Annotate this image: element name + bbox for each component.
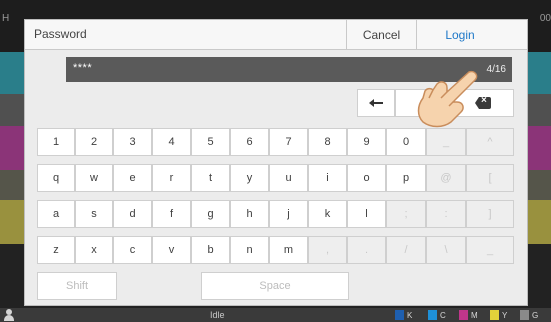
ink-m-swatch <box>459 310 468 320</box>
shift-key[interactable]: Shift <box>37 272 117 300</box>
key-4[interactable]: 4 <box>152 128 191 156</box>
char-count: 4/16 <box>486 64 506 75</box>
key-1[interactable]: 1 <box>37 128 75 156</box>
ink-m-label: M <box>471 310 478 320</box>
login-button[interactable]: Login <box>416 20 503 49</box>
ink-k-swatch <box>395 310 404 320</box>
dialog-header: Password Cancel Login <box>25 20 527 50</box>
status-bar: Idle K C M Y G <box>0 308 551 322</box>
dialog-title: Password <box>34 27 87 41</box>
ink-c-label: C <box>440 310 446 320</box>
ink-c-swatch <box>428 310 437 320</box>
key-underscore-2[interactable]: _ <box>466 236 514 264</box>
key-g[interactable]: g <box>191 200 230 228</box>
key-w[interactable]: w <box>75 164 113 192</box>
ink-level-c: C <box>428 310 446 320</box>
user-icon[interactable] <box>4 309 14 321</box>
key-7[interactable]: 7 <box>269 128 308 156</box>
key-9[interactable]: 9 <box>347 128 386 156</box>
key-5[interactable]: 5 <box>191 128 230 156</box>
ink-k-label: K <box>407 310 413 320</box>
key-d[interactable]: d <box>113 200 152 228</box>
key-c[interactable]: c <box>113 236 152 264</box>
key-at[interactable]: @ <box>426 164 466 192</box>
key-z[interactable]: z <box>37 236 75 264</box>
key-x[interactable]: x <box>75 236 113 264</box>
key-u[interactable]: u <box>269 164 308 192</box>
bg-edge-text-left: H <box>2 13 10 24</box>
key-e[interactable]: e <box>113 164 152 192</box>
key-p[interactable]: p <box>386 164 426 192</box>
ink-level-k: K <box>395 310 412 320</box>
password-value: **** <box>73 62 93 74</box>
space-key[interactable]: Space <box>201 272 349 300</box>
key-semicolon[interactable]: ; <box>386 200 426 228</box>
key-t[interactable]: t <box>191 164 230 192</box>
key-s[interactable]: s <box>75 200 113 228</box>
ink-g-label: G <box>532 310 539 320</box>
key-k[interactable]: k <box>308 200 347 228</box>
key-j[interactable]: j <box>269 200 308 228</box>
ink-y-label: Y <box>502 310 508 320</box>
cancel-button[interactable]: Cancel <box>346 20 416 49</box>
ink-level-g: G <box>520 310 538 320</box>
key-n[interactable]: n <box>230 236 269 264</box>
key-q[interactable]: q <box>37 164 75 192</box>
key-r[interactable]: r <box>152 164 191 192</box>
key-period[interactable]: . <box>347 236 386 264</box>
key-a[interactable]: a <box>37 200 75 228</box>
key-6[interactable]: 6 <box>230 128 269 156</box>
ink-level-y: Y <box>490 310 507 320</box>
key-m[interactable]: m <box>269 236 308 264</box>
key-i[interactable]: i <box>308 164 347 192</box>
password-dialog: Password Cancel Login **** 4/16 × 1 2 3 … <box>24 19 528 306</box>
key-comma[interactable]: , <box>308 236 347 264</box>
key-bracket-close[interactable]: ] <box>466 200 514 228</box>
key-f[interactable]: f <box>152 200 191 228</box>
pointing-hand-icon <box>417 70 478 128</box>
cursor-left-key[interactable] <box>357 89 395 117</box>
key-slash[interactable]: / <box>386 236 426 264</box>
key-o[interactable]: o <box>347 164 386 192</box>
key-b[interactable]: b <box>191 236 230 264</box>
arrow-left-icon <box>369 98 383 108</box>
key-l[interactable]: l <box>347 200 386 228</box>
key-3[interactable]: 3 <box>113 128 152 156</box>
key-2[interactable]: 2 <box>75 128 113 156</box>
key-8[interactable]: 8 <box>308 128 347 156</box>
bg-edge-text-right: 00 <box>539 13 551 24</box>
key-backslash[interactable]: \ <box>426 236 466 264</box>
key-colon[interactable]: : <box>426 200 466 228</box>
key-v[interactable]: v <box>152 236 191 264</box>
key-bracket-open[interactable]: [ <box>466 164 514 192</box>
key-y[interactable]: y <box>230 164 269 192</box>
ink-y-swatch <box>490 310 499 320</box>
ink-level-m: M <box>459 310 478 320</box>
key-h[interactable]: h <box>230 200 269 228</box>
status-text: Idle <box>210 310 225 320</box>
ink-g-swatch <box>520 310 529 320</box>
